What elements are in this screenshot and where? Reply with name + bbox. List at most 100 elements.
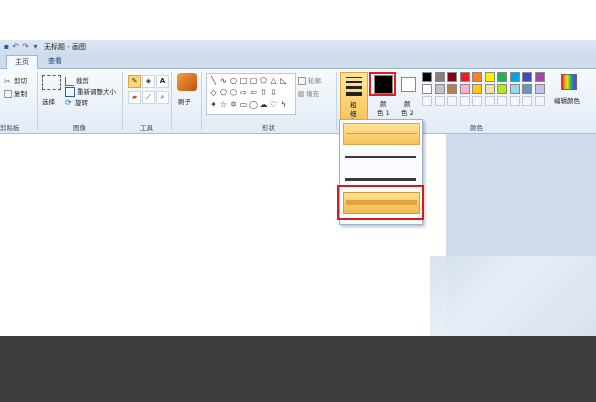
right-arrow-shape-icon[interactable]: ⇨ bbox=[239, 88, 248, 97]
separator bbox=[122, 72, 123, 130]
magnifier-icon[interactable]: ⌕ bbox=[156, 91, 169, 104]
rotate-label: 旋转 bbox=[75, 99, 88, 107]
hexagon-shape-icon[interactable]: ⬡ bbox=[229, 88, 238, 97]
pentagon-shape-icon[interactable]: ⬠ bbox=[219, 88, 228, 97]
callout-shape-icon[interactable]: ▭ bbox=[239, 100, 248, 109]
oval-callout-shape-icon[interactable]: ◯ bbox=[249, 100, 258, 109]
size-option-2[interactable] bbox=[343, 146, 418, 166]
palette-swatch[interactable] bbox=[422, 72, 432, 82]
palette-swatch[interactable] bbox=[534, 72, 545, 82]
fill-button[interactable]: 填充 bbox=[298, 88, 319, 98]
palette-swatch[interactable] bbox=[509, 72, 520, 82]
palette-empty-swatch[interactable] bbox=[422, 96, 432, 106]
polygon-shape-icon[interactable]: ⬠ bbox=[259, 76, 268, 85]
size-option-line bbox=[346, 133, 417, 134]
right-triangle-shape-icon[interactable]: ◺ bbox=[279, 76, 288, 85]
palette-swatch[interactable] bbox=[484, 84, 495, 94]
eraser-tool-icon[interactable]: ▰ bbox=[128, 91, 141, 104]
brushes-label[interactable]: 刷子 bbox=[178, 96, 191, 106]
palette-empty-swatch[interactable] bbox=[484, 96, 495, 106]
outline-button[interactable]: 轮廓 bbox=[298, 75, 321, 85]
color1-button[interactable]: 颜 色 1 bbox=[369, 72, 397, 122]
text-tool-icon[interactable]: A bbox=[156, 75, 169, 88]
up-arrow-shape-icon[interactable]: ⇧ bbox=[259, 88, 268, 97]
crop-button[interactable]: 裁剪 bbox=[65, 75, 89, 86]
undo-icon[interactable]: ↶ bbox=[11, 42, 20, 51]
fill-bucket-icon bbox=[298, 91, 304, 97]
fill-tool-icon[interactable]: ◈ bbox=[142, 75, 155, 88]
palette-swatch[interactable] bbox=[422, 84, 432, 94]
separator bbox=[201, 72, 202, 130]
palette-empty-swatch[interactable] bbox=[522, 96, 532, 106]
palette-empty-swatch[interactable] bbox=[472, 96, 482, 106]
separator bbox=[171, 72, 172, 130]
copy-label: 复制 bbox=[14, 90, 27, 98]
clipboard-group-label: 剪贴板 bbox=[0, 124, 20, 132]
palette-swatch[interactable] bbox=[434, 72, 445, 82]
palette-empty-swatch[interactable] bbox=[434, 96, 445, 106]
select-icon[interactable] bbox=[42, 75, 61, 90]
palette-empty-swatch[interactable] bbox=[509, 96, 520, 106]
image-group-label: 图像 bbox=[73, 124, 86, 132]
tab-view[interactable]: 查看 bbox=[42, 55, 68, 68]
cloud-callout-shape-icon[interactable]: ☁ bbox=[259, 100, 268, 109]
resize-button[interactable]: 重新调整大小 bbox=[65, 86, 116, 97]
shapes-gallery[interactable]: ╲ ∿ ○ □ ▢ ⬠ △ ◺ ◇ ⬠ ⬡ ⇨ ⇦ ⇧ ⇩ ✦ ☆ ✡ ▭ ◯ … bbox=[206, 73, 296, 115]
palette-swatch[interactable] bbox=[447, 84, 457, 94]
palette-swatch[interactable] bbox=[459, 72, 470, 82]
title-bar: ▪ ↶ ↷ ▾ 无标题 - 画图 bbox=[0, 40, 596, 55]
rectangle-shape-icon[interactable]: □ bbox=[239, 76, 248, 85]
oval-shape-icon[interactable]: ○ bbox=[229, 76, 238, 85]
palette-swatch[interactable] bbox=[509, 84, 520, 94]
edit-colors-button[interactable]: 编辑颜色 bbox=[554, 73, 582, 109]
palette-empty-swatch[interactable] bbox=[447, 96, 457, 106]
diamond-shape-icon[interactable]: ◇ bbox=[209, 88, 218, 97]
brush-icon[interactable] bbox=[177, 73, 197, 91]
palette-swatch[interactable] bbox=[497, 72, 507, 82]
curve-shape-icon[interactable]: ∿ bbox=[219, 76, 228, 85]
save-icon[interactable]: ▪ bbox=[2, 42, 11, 51]
rounded-rect-shape-icon[interactable]: ▢ bbox=[249, 76, 258, 85]
palette-swatch[interactable] bbox=[434, 84, 445, 94]
cut-button[interactable]: ✂ 剪切 bbox=[4, 75, 27, 86]
six-point-star-icon[interactable]: ✡ bbox=[229, 100, 238, 109]
ribbon-tabs: 主页 查看 bbox=[0, 55, 596, 69]
colors-group-label: 颜色 bbox=[470, 124, 483, 132]
size-option-1[interactable] bbox=[343, 123, 420, 145]
four-point-star-icon[interactable]: ✦ bbox=[209, 100, 218, 109]
outline-icon bbox=[298, 77, 306, 85]
palette-swatch[interactable] bbox=[522, 72, 532, 82]
palette-swatch[interactable] bbox=[472, 72, 482, 82]
pencil-tool-icon[interactable]: ✎ bbox=[128, 75, 141, 88]
redo-icon[interactable]: ↷ bbox=[21, 42, 30, 51]
palette-empty-swatch[interactable] bbox=[497, 96, 507, 106]
palette-empty-swatch[interactable] bbox=[459, 96, 470, 106]
palette-empty-swatch[interactable] bbox=[534, 96, 545, 106]
tab-home[interactable]: 主页 bbox=[6, 55, 38, 69]
qat-menu-icon[interactable]: ▾ bbox=[31, 42, 40, 51]
left-arrow-shape-icon[interactable]: ⇦ bbox=[249, 88, 258, 97]
color2-button[interactable]: 颜 色 2 bbox=[398, 72, 418, 122]
palette-swatch[interactable] bbox=[534, 84, 545, 94]
palette-swatch[interactable] bbox=[497, 84, 507, 94]
palette-swatch[interactable] bbox=[484, 72, 495, 82]
five-point-star-icon[interactable]: ☆ bbox=[219, 100, 228, 109]
resize-label: 重新调整大小 bbox=[77, 88, 116, 96]
color-picker-icon[interactable]: ⟋ bbox=[142, 91, 155, 104]
palette-swatch[interactable] bbox=[459, 84, 470, 94]
palette-swatch[interactable] bbox=[522, 84, 532, 94]
lightning-shape-icon[interactable]: ϟ bbox=[279, 100, 288, 109]
heart-shape-icon[interactable]: ♡ bbox=[269, 100, 278, 109]
tools-group-label: 工具 bbox=[140, 124, 153, 132]
rotate-button[interactable]: ⟳ 旋转 bbox=[65, 97, 88, 108]
edit-colors-label: 编辑颜色 bbox=[554, 97, 580, 105]
line-shape-icon[interactable]: ╲ bbox=[209, 76, 218, 85]
size-button[interactable]: 粗 细 ▾ bbox=[340, 72, 368, 124]
palette-swatch[interactable] bbox=[472, 84, 482, 94]
palette-swatch[interactable] bbox=[447, 72, 457, 82]
down-arrow-shape-icon[interactable]: ⇩ bbox=[269, 88, 278, 97]
color-palette bbox=[422, 72, 550, 108]
copy-button[interactable]: 复制 bbox=[4, 88, 27, 98]
triangle-shape-icon[interactable]: △ bbox=[269, 76, 278, 85]
select-label[interactable]: 选择 bbox=[42, 96, 55, 106]
